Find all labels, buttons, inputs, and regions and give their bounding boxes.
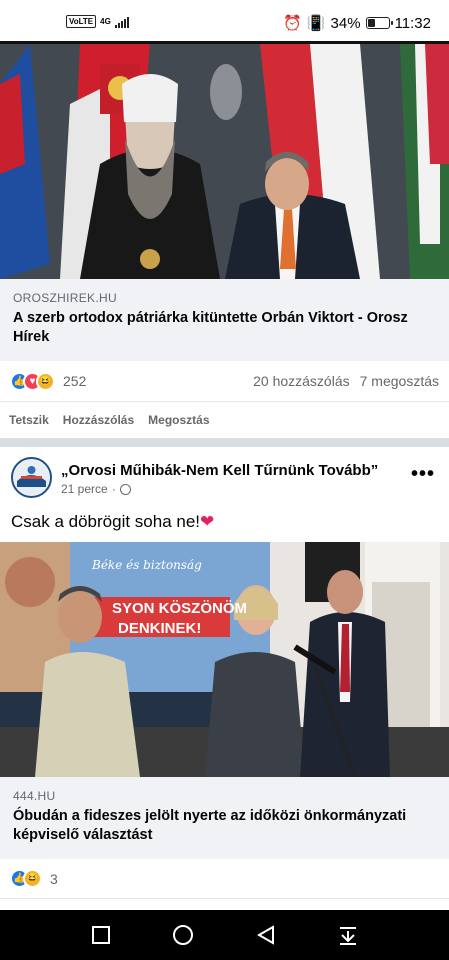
photo-of-election-event (0, 542, 449, 777)
comment-button[interactable]: Hozzászólás (63, 413, 134, 427)
home-button[interactable] (163, 915, 203, 955)
link-domain: 444.HU (13, 789, 56, 803)
post2-text: Csak a döbrögit soha ne!❤ (11, 512, 214, 532)
post2-reactions[interactable]: 👍 😆 3 (0, 859, 449, 899)
triangle-back-icon (256, 925, 274, 945)
post2-header: „Orvosi Műhibák-Nem Kell Tűrnünk Tovább”… (0, 448, 449, 506)
like-button[interactable]: Tetszik (9, 413, 49, 427)
status-left: VoLTE 4G (66, 15, 129, 28)
post-text-content: Csak a döbrögit soha ne! (11, 512, 201, 531)
vibrate-icon: 📳 (306, 15, 326, 32)
battery-icon (365, 17, 393, 29)
post2-photo[interactable]: Béke és biztonság SYON KÖSZÖNÖM DENKINEK… (0, 542, 449, 777)
post1-actions: Tetszik Hozzászólás Megosztás (0, 401, 449, 437)
page-avatar[interactable] (11, 457, 52, 498)
post-time[interactable]: 21 perce (61, 482, 108, 496)
status-right: ⏰ 📳 34% 11:32 (283, 14, 431, 33)
post1-link-preview[interactable]: OROSZHIREK.HU A szerb ortodox pátriárka … (0, 279, 449, 361)
engagement-counts: 20 hozzászólás 7 megosztás (253, 373, 439, 389)
photo-of-two-men-with-flags (0, 44, 449, 279)
reaction-count: 3 (50, 870, 58, 887)
status-bar: VoLTE 4G ⏰ 📳 34% 11:32 (0, 0, 449, 44)
comment-count[interactable]: 20 hozzászólás (253, 373, 350, 389)
page-logo-icon (13, 459, 50, 496)
photo-banner-line1: Béke és biztonság (92, 558, 202, 572)
photo-banner-line3: DENKINEK! (118, 620, 202, 637)
post-separator (0, 438, 449, 447)
post2-link-preview[interactable]: 444.HU Óbudán a fideszes jelölt nyerte a… (0, 777, 449, 859)
heart-icon: ❤ (200, 512, 215, 531)
link-domain: OROSZHIREK.HU (13, 291, 117, 305)
post1-photo[interactable] (0, 44, 449, 279)
pull-down-icon (339, 927, 356, 945)
square-icon (92, 926, 111, 944)
navigation-bar (0, 910, 449, 960)
haha-reaction-icon: 😆 (23, 869, 42, 888)
meta-dot: · (111, 482, 116, 496)
post-meta: 21 perce · (61, 482, 131, 496)
share-button[interactable]: Megosztás (148, 413, 209, 427)
notification-pulldown-button[interactable] (328, 915, 368, 955)
more-options-icon[interactable]: ••• (411, 463, 435, 486)
clock: 11:32 (394, 14, 431, 32)
back-button[interactable] (246, 915, 286, 955)
reaction-count: 252 (63, 373, 87, 389)
reaction-icons: 👍 ♥ 😆 (10, 371, 55, 391)
post1-reactions[interactable]: 👍 ♥ 😆 252 20 hozzászólás 7 megosztás (0, 361, 449, 401)
globe-icon (119, 483, 131, 495)
battery-percent: 34% (330, 14, 361, 32)
circle-icon (173, 925, 194, 945)
haha-reaction-icon: 😆 (36, 371, 55, 391)
signal-icon (114, 16, 129, 28)
volte-indicator: VoLTE (66, 15, 97, 28)
share-count[interactable]: 7 megosztás (360, 373, 439, 389)
alarm-icon: ⏰ (283, 15, 302, 32)
photo-banner-line2: SYON KÖSZÖNÖM (112, 600, 248, 617)
page-name[interactable]: „Orvosi Műhibák-Nem Kell Tűrnünk Tovább” (61, 462, 378, 479)
reaction-icons: 👍 😆 (10, 869, 42, 888)
link-title: Óbudán a fideszes jelölt nyerte az időkö… (13, 808, 407, 843)
link-title: A szerb ortodox pátriárka kitüntette Orb… (13, 310, 408, 345)
recent-apps-button[interactable] (81, 915, 121, 955)
network-type: 4G (100, 16, 111, 26)
